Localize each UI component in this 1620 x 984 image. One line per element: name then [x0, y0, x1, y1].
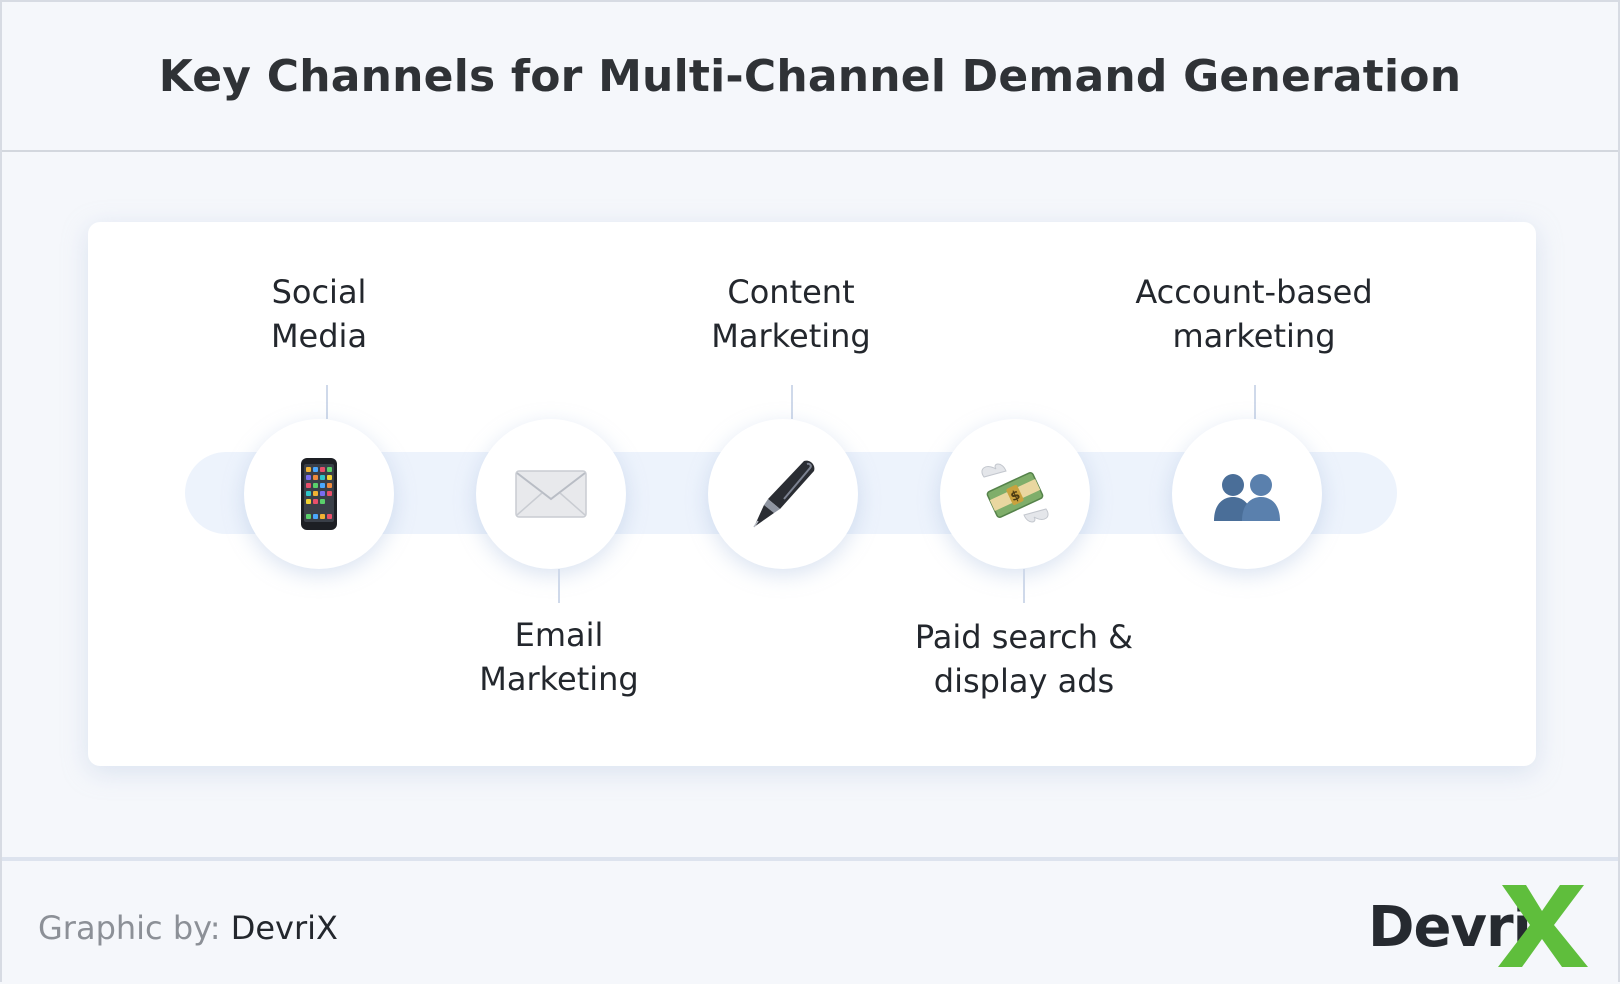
channel-node-account-based — [1172, 419, 1322, 569]
channel-node-content-marketing — [708, 419, 858, 569]
channel-label-line1: Account-based — [1135, 273, 1373, 311]
title-bar: Key Channels for Multi-Channel Demand Ge… — [2, 2, 1618, 152]
devrix-logo: Devri — [1368, 881, 1588, 971]
channel-label-line2: Marketing — [479, 660, 639, 698]
connector-stem — [1023, 569, 1025, 603]
channel-label-line1: Social — [271, 273, 367, 311]
connector-stem — [326, 385, 328, 419]
channel-node-paid-search: $ — [940, 419, 1090, 569]
channel-label-line2: Marketing — [711, 317, 871, 355]
channel-label-line2: marketing — [1172, 317, 1336, 355]
envelope-icon — [515, 470, 587, 518]
channel-label-social-media: Social Media — [169, 270, 469, 358]
pen-icon — [753, 460, 815, 528]
people-icon — [1214, 474, 1280, 521]
infographic-frame: Key Channels for Multi-Channel Demand Ge… — [0, 0, 1620, 984]
connector-stem — [1254, 385, 1256, 419]
channel-label-line1: Email — [514, 616, 604, 654]
credit-brand: DevriX — [230, 909, 338, 947]
channel-label-paid-search: Paid search & display ads — [874, 615, 1174, 703]
channel-label-line2: Media — [270, 317, 368, 355]
channels-card: Social Media Email Marketing Content Mar… — [88, 222, 1536, 766]
page-title: Key Channels for Multi-Channel Demand Ge… — [158, 50, 1462, 102]
logo-x-icon — [1498, 885, 1588, 967]
connector-stem — [558, 569, 560, 603]
channel-label-line1: Content — [727, 273, 855, 311]
footer: Graphic by: DevriX Devri — [2, 857, 1618, 984]
credit-prefix: Graphic by: — [38, 909, 221, 947]
money-with-wings-icon: $ — [981, 463, 1049, 523]
channel-label-line1: Paid search & — [914, 618, 1134, 656]
channel-label-email-marketing: Email Marketing — [409, 613, 709, 701]
channel-node-social-media — [244, 419, 394, 569]
channel-label-content-marketing: Content Marketing — [641, 270, 941, 358]
channel-label-account-based: Account-based marketing — [1104, 270, 1404, 358]
channel-node-email-marketing — [476, 419, 626, 569]
channel-label-line2: display ads — [933, 662, 1115, 700]
graphic-credit: Graphic by: DevriX — [38, 909, 338, 947]
mobile-phone-icon — [301, 458, 337, 530]
connector-stem — [791, 385, 793, 419]
